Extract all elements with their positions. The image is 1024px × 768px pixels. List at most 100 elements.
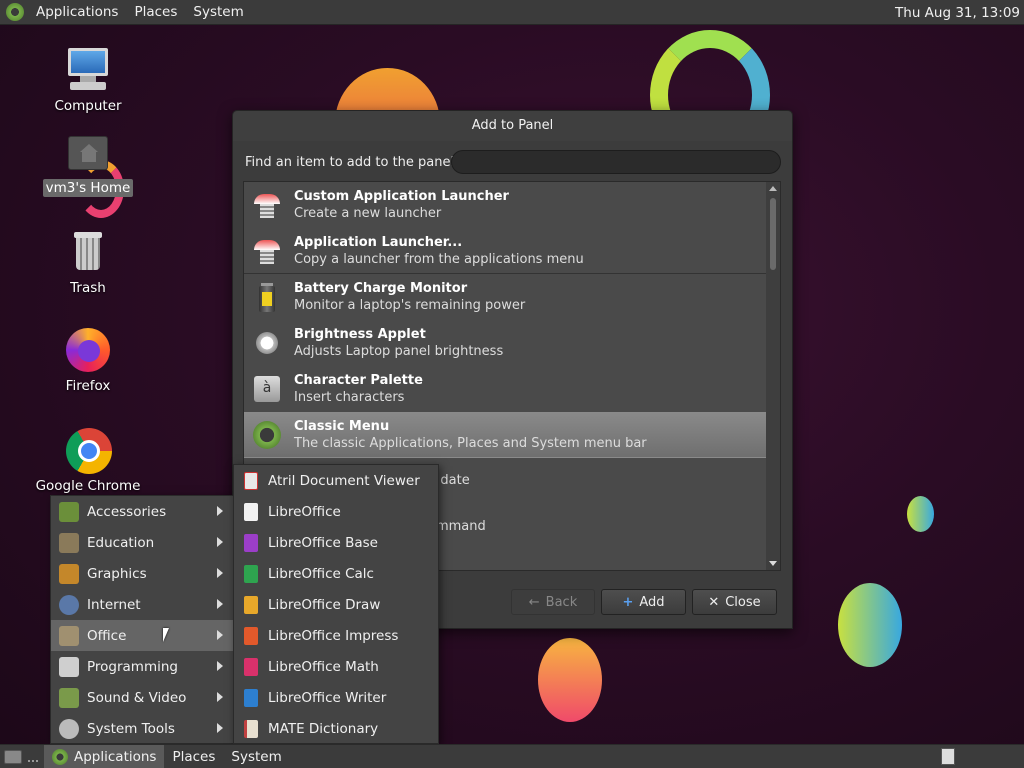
- menu-item-libreoffice[interactable]: LibreOffice: [234, 496, 438, 527]
- submenu-arrow-icon: [217, 661, 223, 671]
- wallpaper-blob: [907, 496, 934, 532]
- education-icon: [59, 532, 79, 553]
- trash-icon: [64, 228, 112, 276]
- top-menu-applications[interactable]: Applications: [28, 0, 126, 24]
- bottom-menu-places[interactable]: Places: [164, 745, 223, 768]
- dialog-title[interactable]: Add to Panel: [233, 111, 792, 141]
- programming-icon: [59, 656, 79, 677]
- item-name: Application Launcher...: [294, 234, 463, 250]
- item-desc: Copy a launcher from the applications me…: [294, 251, 584, 267]
- scroll-up-arrow-icon[interactable]: [769, 186, 777, 191]
- menu-item-office[interactable]: Office: [51, 620, 233, 651]
- brightness-icon: [252, 328, 282, 358]
- menu-item-label: Graphics: [87, 565, 147, 582]
- close-label: Close: [725, 594, 761, 610]
- desktop-icon-label: Firefox: [65, 378, 111, 394]
- bottom-panel: Applications Places System: [0, 744, 1024, 768]
- desktop-icon-firefox[interactable]: Firefox: [33, 326, 143, 394]
- menu-item-label: LibreOffice Base: [268, 534, 378, 551]
- back-button[interactable]: ← Back: [511, 589, 595, 615]
- desktop-icon-label: Computer: [54, 98, 122, 114]
- search-input[interactable]: [451, 150, 781, 174]
- menu-item-system-tools[interactable]: System Tools: [51, 713, 233, 744]
- libreoffice-base-icon: [244, 533, 258, 552]
- add-button[interactable]: + Add: [601, 589, 686, 615]
- dictionary-icon: [244, 719, 258, 738]
- list-scrollbar[interactable]: [766, 182, 780, 570]
- menu-item-label: Atril Document Viewer: [268, 472, 420, 489]
- menu-item-label: LibreOffice Math: [268, 658, 379, 675]
- menu-item-libreoffice-impress[interactable]: LibreOffice Impress: [234, 620, 438, 651]
- desktop-icon-label: Google Chrome: [35, 478, 141, 494]
- libreoffice-icon: [244, 502, 258, 521]
- back-label: Back: [545, 594, 578, 610]
- list-item[interactable]: à Character Palette Insert characters: [244, 366, 780, 412]
- desktop-icon-label: Trash: [70, 280, 106, 296]
- libreoffice-writer-icon: [244, 688, 258, 707]
- list-item[interactable]: Battery Charge Monitor Monitor a laptop's…: [244, 274, 780, 320]
- office-icon: [59, 625, 79, 646]
- menu-label: Applications: [74, 748, 157, 765]
- item-desc: Monitor a laptop's remaining power: [294, 297, 526, 313]
- chrome-icon: [64, 426, 112, 474]
- menu-item-atril[interactable]: Atril Document Viewer: [234, 465, 438, 496]
- top-panel: Applications Places System Thu Aug 31, 1…: [0, 0, 1024, 25]
- list-item[interactable]: Brightness Applet Adjusts Laptop panel br…: [244, 320, 780, 366]
- menu-item-accessories[interactable]: Accessories: [51, 496, 233, 527]
- desktop-icon-chrome[interactable]: Google Chrome: [33, 426, 143, 494]
- menu-item-libreoffice-draw[interactable]: LibreOffice Draw: [234, 589, 438, 620]
- menu-item-graphics[interactable]: Graphics: [51, 558, 233, 589]
- back-arrow-icon: ←: [528, 594, 540, 610]
- menu-item-libreoffice-calc[interactable]: LibreOffice Calc: [234, 558, 438, 589]
- list-item-selected[interactable]: Classic Menu The classic Applications, Pl…: [244, 412, 780, 458]
- sound-video-icon: [59, 687, 79, 708]
- menu-item-label: Programming: [87, 658, 178, 675]
- launcher-icon: [252, 236, 282, 266]
- submenu-arrow-icon: [217, 630, 223, 640]
- office-submenu: Atril Document Viewer LibreOffice LibreO…: [233, 464, 439, 744]
- graphics-icon: [59, 563, 79, 584]
- atril-icon: [244, 471, 258, 490]
- bottom-menu-system[interactable]: System: [223, 745, 289, 768]
- mouse-pointer-icon: [163, 628, 169, 642]
- workspace-switcher-icon[interactable]: [941, 748, 955, 765]
- add-label: Add: [639, 594, 665, 610]
- scroll-thumb[interactable]: [770, 198, 776, 270]
- scroll-down-arrow-icon[interactable]: [769, 561, 777, 566]
- mate-logo-icon[interactable]: [6, 3, 24, 21]
- list-item[interactable]: Custom Application Launcher Create a new …: [244, 182, 780, 228]
- item-name: Brightness Applet: [294, 326, 426, 342]
- bottom-menu-applications[interactable]: Applications: [44, 745, 165, 768]
- submenu-arrow-icon: [217, 506, 223, 516]
- list-item[interactable]: Application Launcher... Copy a launcher f…: [244, 228, 780, 274]
- close-icon: ✕: [708, 594, 720, 610]
- desktop-icon-computer[interactable]: Computer: [33, 46, 143, 114]
- top-menu-places[interactable]: Places: [126, 0, 185, 24]
- submenu-arrow-icon: [217, 537, 223, 547]
- character-palette-icon: à: [252, 374, 282, 404]
- item-name: Custom Application Launcher: [294, 188, 509, 204]
- desktop-icon-home[interactable]: vm3's Home: [33, 128, 143, 197]
- show-desktop-icon[interactable]: [4, 749, 22, 764]
- menu-item-internet[interactable]: Internet: [51, 589, 233, 620]
- item-desc: The classic Applications, Places and Sys…: [294, 435, 647, 451]
- menu-item-label: LibreOffice Calc: [268, 565, 374, 582]
- item-name: Classic Menu: [294, 418, 390, 434]
- menu-item-libreoffice-writer[interactable]: LibreOffice Writer: [234, 682, 438, 713]
- libreoffice-impress-icon: [244, 626, 258, 645]
- menu-item-libreoffice-math[interactable]: LibreOffice Math: [234, 651, 438, 682]
- menu-item-sound-video[interactable]: Sound & Video: [51, 682, 233, 713]
- close-button[interactable]: ✕ Close: [692, 589, 777, 615]
- system-tools-icon: [59, 718, 79, 739]
- top-menu-system[interactable]: System: [185, 0, 251, 24]
- submenu-arrow-icon: [217, 568, 223, 578]
- menu-item-education[interactable]: Education: [51, 527, 233, 558]
- clock[interactable]: Thu Aug 31, 13:09: [895, 0, 1020, 25]
- menu-item-libreoffice-base[interactable]: LibreOffice Base: [234, 527, 438, 558]
- menu-item-mate-dictionary[interactable]: MATE Dictionary: [234, 713, 438, 744]
- desktop-icon-trash[interactable]: Trash: [33, 228, 143, 296]
- libreoffice-math-icon: [244, 657, 258, 676]
- menu-item-programming[interactable]: Programming: [51, 651, 233, 682]
- mate-menu-icon: [252, 420, 282, 450]
- item-desc: Adjusts Laptop panel brightness: [294, 343, 504, 359]
